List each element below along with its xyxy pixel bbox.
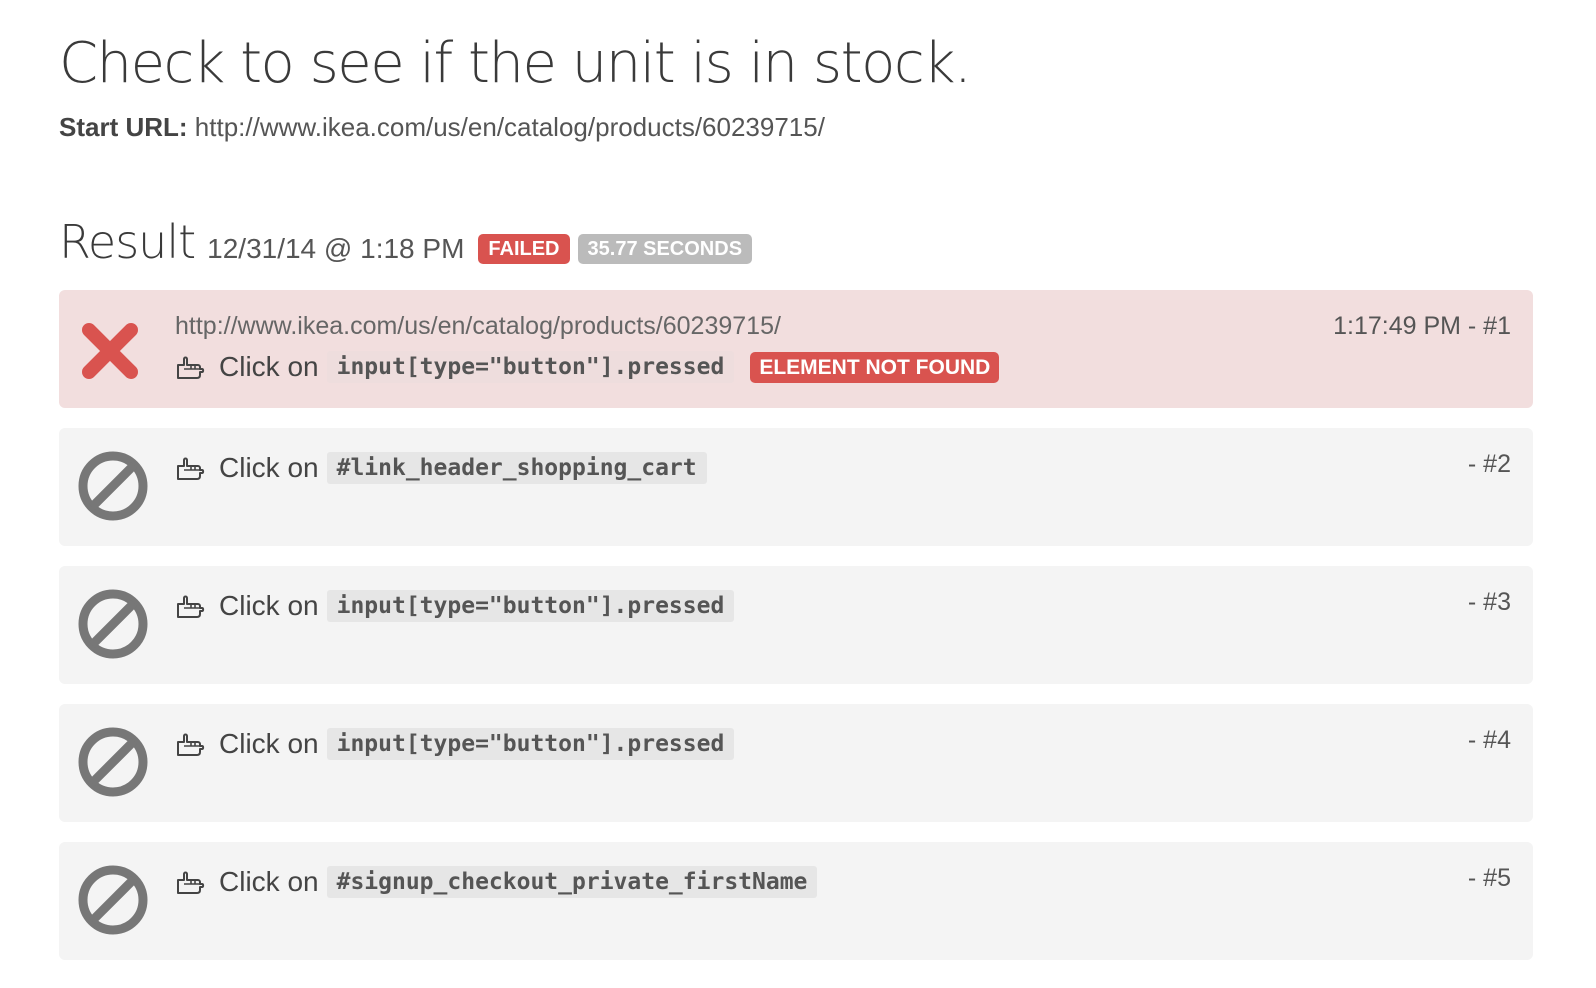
status-badge: FAILED bbox=[478, 234, 570, 264]
prohibited-icon bbox=[78, 589, 148, 659]
step-row: Click on #link_header_shopping_cart - #2 bbox=[59, 428, 1533, 546]
prohibited-icon bbox=[78, 727, 148, 797]
pointing-hand-icon bbox=[177, 595, 205, 618]
step-selector: #link_header_shopping_cart bbox=[326, 452, 707, 484]
close-x-icon bbox=[82, 323, 138, 379]
step-action-text: Click on bbox=[219, 728, 319, 759]
duration-badge: 35.77 SECONDS bbox=[577, 234, 753, 264]
step-meta: - #4 bbox=[1467, 726, 1511, 754]
pointing-hand-icon bbox=[177, 356, 205, 379]
start-url-value: http://www.ikea.com/us/en/catalog/produc… bbox=[194, 112, 825, 142]
pointing-hand-icon bbox=[177, 457, 205, 480]
result-heading: Result bbox=[59, 215, 196, 269]
step-selector: input[type="button"].pressed bbox=[326, 590, 735, 622]
pointing-hand-icon bbox=[177, 733, 205, 756]
step-selector: input[type="button"].pressed bbox=[326, 728, 735, 760]
page-title: Check to see if the unit is in stock. bbox=[59, 31, 972, 96]
step-action-text: Click on bbox=[219, 590, 319, 621]
step-meta: - #2 bbox=[1467, 450, 1511, 478]
start-url-row: Start URL: http://www.ikea.com/us/en/cat… bbox=[59, 110, 1532, 144]
step-selector: input[type="button"].pressed bbox=[326, 351, 735, 383]
step-action-text: Click on bbox=[219, 452, 319, 483]
pointing-hand-icon bbox=[177, 871, 205, 894]
step-action: Click on input[type="button"].pressed EL… bbox=[175, 349, 1000, 385]
result-header: Result 12/31/14 @ 1:18 PM FAILED 35.77 S… bbox=[59, 214, 1532, 270]
step-row: Click on input[type="button"].pressed - … bbox=[59, 566, 1533, 684]
step-action: Click on #signup_checkout_private_firstN… bbox=[175, 864, 818, 900]
step-list: http://www.ikea.com/us/en/catalog/produc… bbox=[59, 290, 1533, 960]
start-url-label: Start URL: bbox=[59, 112, 188, 142]
test-result-page: Check to see if the unit is in stock. St… bbox=[0, 0, 1596, 988]
step-url: http://www.ikea.com/us/en/catalog/produc… bbox=[175, 312, 781, 340]
step-action-text: Click on bbox=[219, 351, 319, 382]
step-row: Click on input[type="button"].pressed - … bbox=[59, 704, 1533, 822]
prohibited-icon bbox=[78, 865, 148, 935]
step-meta: - #3 bbox=[1467, 588, 1511, 616]
step-meta: 1:17:49 PM - #1 bbox=[1333, 312, 1511, 340]
result-datetime: 12/31/14 @ 1:18 PM bbox=[207, 233, 465, 264]
step-meta: - #5 bbox=[1467, 864, 1511, 892]
step-action: Click on input[type="button"].pressed bbox=[175, 588, 735, 624]
step-action: Click on #link_header_shopping_cart bbox=[175, 450, 707, 486]
error-badge: ELEMENT NOT FOUND bbox=[750, 351, 1000, 383]
prohibited-icon bbox=[78, 451, 148, 521]
step-row: http://www.ikea.com/us/en/catalog/produc… bbox=[59, 290, 1533, 408]
step-row: Click on #signup_checkout_private_firstN… bbox=[59, 842, 1533, 960]
step-selector: #signup_checkout_private_firstName bbox=[326, 866, 818, 898]
step-action-text: Click on bbox=[219, 866, 319, 897]
step-action: Click on input[type="button"].pressed bbox=[175, 726, 735, 762]
